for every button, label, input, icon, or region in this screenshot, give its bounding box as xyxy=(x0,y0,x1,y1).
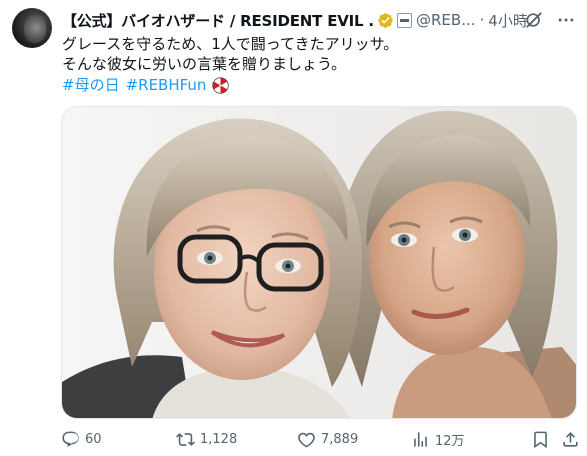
reply-button[interactable]: 60 xyxy=(61,430,102,449)
bookmark-button[interactable] xyxy=(531,430,550,449)
action-bar: 60 1,128 7,889 12万 xyxy=(61,426,581,456)
separator-dot: · xyxy=(479,11,485,29)
hashtag-rebhfun[interactable]: #REBHFun xyxy=(126,75,207,95)
avatar-face xyxy=(24,15,46,43)
views-button[interactable]: 12万 xyxy=(411,430,465,449)
share-button[interactable] xyxy=(561,430,580,449)
reply-count: 60 xyxy=(85,432,102,447)
tweet-image[interactable] xyxy=(61,106,577,419)
author-handle[interactable]: @REB... xyxy=(416,11,476,29)
verified-badge-icon[interactable] xyxy=(377,12,394,29)
retweet-count: 1,128 xyxy=(200,432,238,447)
tweet-text-line-2: そんな彼女に労いの言葉を贈りましょう。 xyxy=(62,55,347,73)
tweet-header: 【公式】バイオハザード / RESIDENT EVIL ... @REB... … xyxy=(62,9,582,31)
more-icon[interactable] xyxy=(554,9,578,31)
timestamp[interactable]: 4小時 xyxy=(488,10,528,31)
retweet-icon xyxy=(176,433,195,446)
share-icon xyxy=(563,432,578,447)
retweet-button[interactable]: 1,128 xyxy=(176,430,237,449)
tweet-text-line-1: グレースを守るため、1人で闘ってきたアリッサ。 xyxy=(62,35,399,53)
tweet-text: グレースを守るため、1人で闘ってきたアリッサ。 そんな彼女に労いの言葉を贈りまし… xyxy=(62,34,577,74)
heart-icon xyxy=(298,432,315,448)
views-icon xyxy=(414,432,427,447)
bookmark-icon xyxy=(534,431,547,449)
reply-icon xyxy=(62,431,79,447)
hashtag-mothers-day[interactable]: #母の日 xyxy=(62,75,120,95)
author-name[interactable]: 【公式】バイオハザード / RESIDENT EVIL ... xyxy=(62,10,374,31)
affiliate-badge-icon[interactable] xyxy=(397,12,412,28)
grok-icon[interactable] xyxy=(524,10,544,30)
like-count: 7,889 xyxy=(321,432,359,447)
like-button[interactable]: 7,889 xyxy=(297,430,358,449)
tweet-card[interactable]: 【公式】バイオハザード / RESIDENT EVIL ... @REB... … xyxy=(0,0,587,456)
hashtags: #母の日 #REBHFun xyxy=(62,75,230,95)
views-count: 12万 xyxy=(435,434,465,449)
avatar[interactable] xyxy=(12,8,52,48)
umbrella-logo-icon xyxy=(212,76,230,94)
